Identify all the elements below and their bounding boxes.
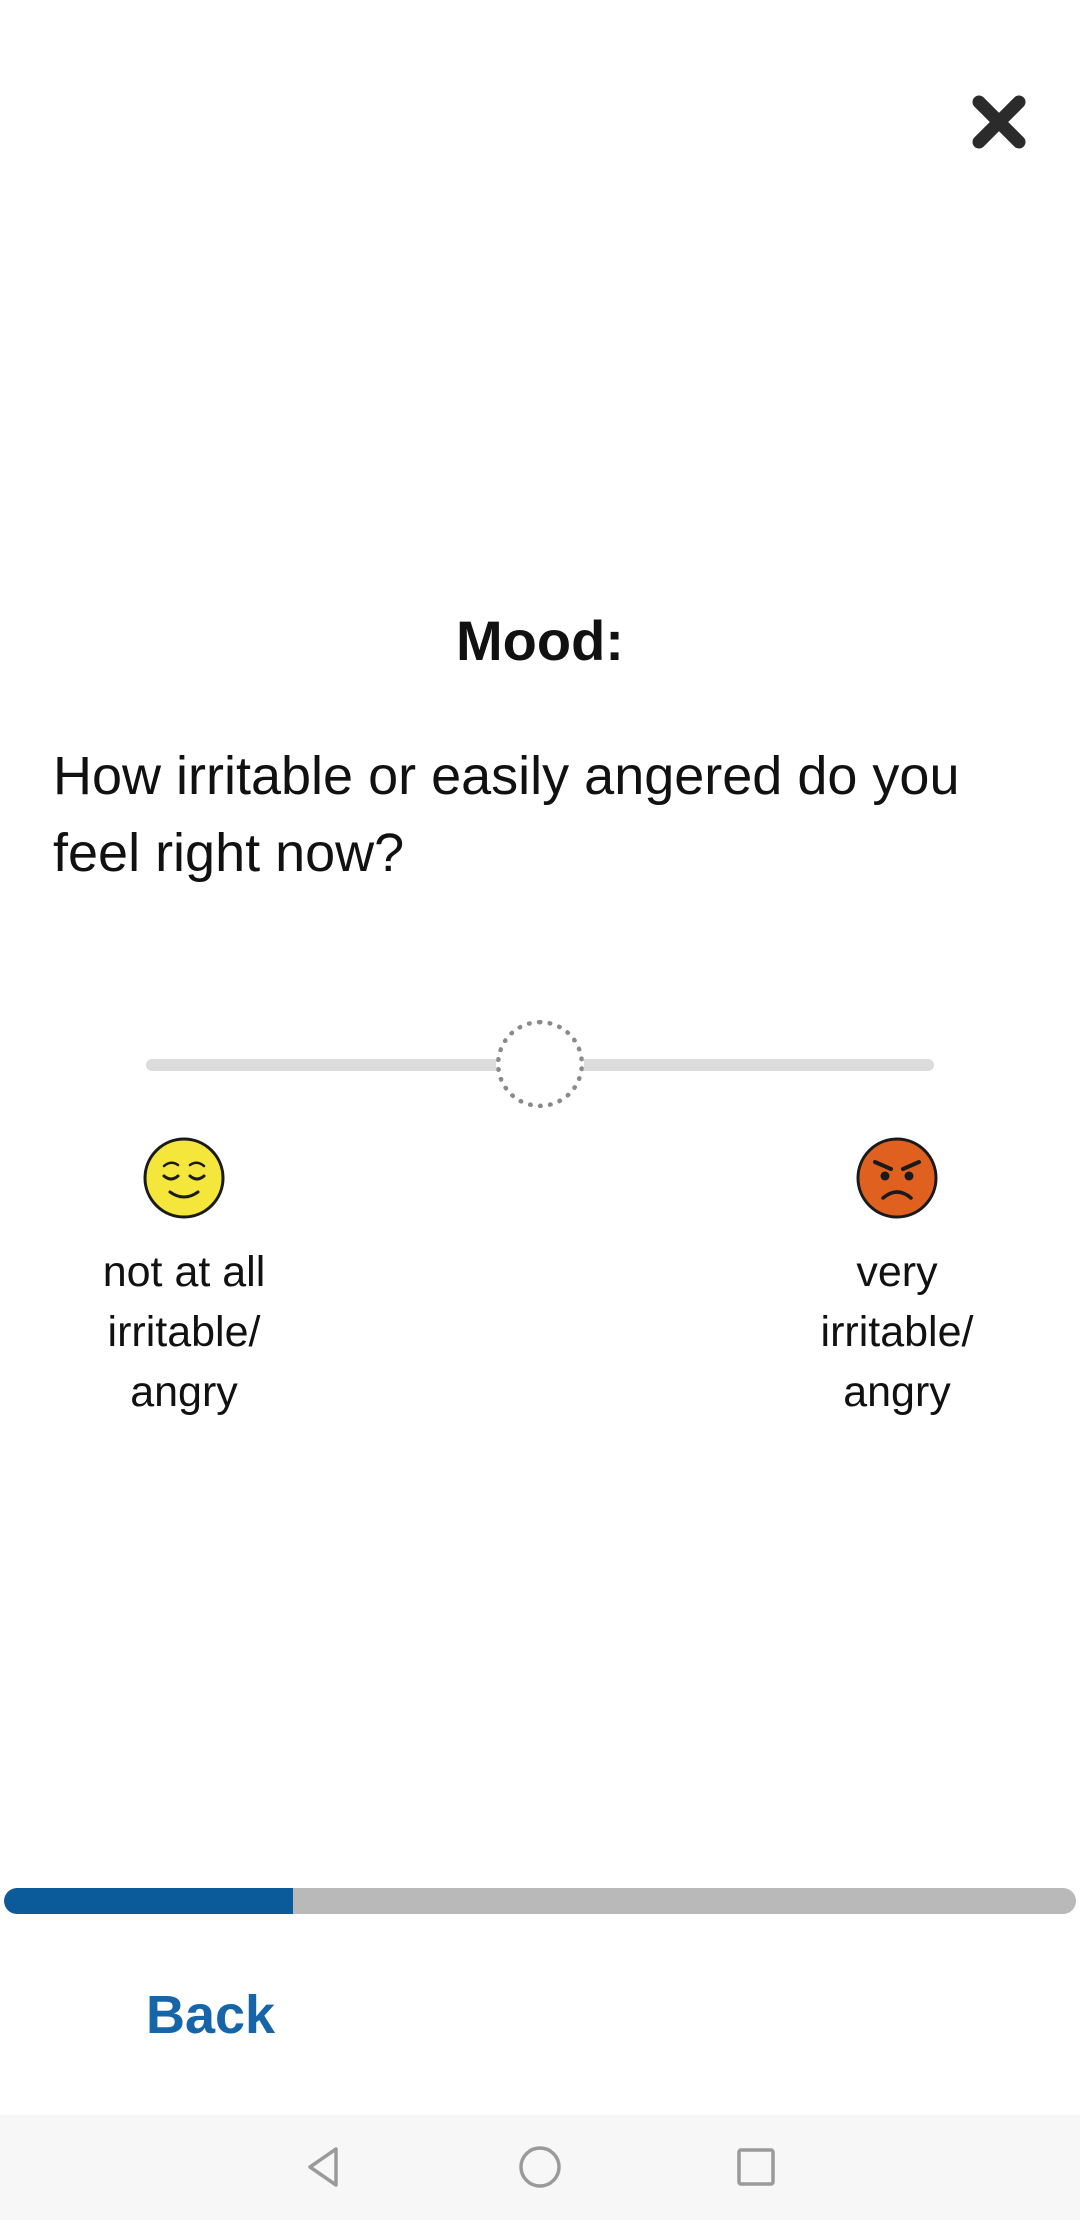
nav-recents-button[interactable] (726, 2137, 786, 2197)
slider-thumb[interactable] (496, 1020, 584, 1108)
nav-home-icon (519, 2146, 561, 2188)
nav-recents-icon (737, 2148, 775, 2186)
question-text: How irritable or easily angered do you f… (53, 746, 960, 883)
slider-min-anchor: not at all irritable/ angry (69, 1136, 299, 1422)
slider-max-label: very irritable/ angry (820, 1248, 974, 1416)
slider-min-label: not at all irritable/ angry (102, 1248, 266, 1416)
survey-screen: Mood: How irritable or easily angered do… (0, 0, 1080, 2220)
close-button[interactable] (967, 90, 1031, 154)
system-navigation-bar (0, 2115, 1080, 2220)
section-title: Mood: (456, 609, 624, 672)
irritability-slider[interactable] (140, 1020, 940, 1110)
relieved-face-icon (143, 1137, 225, 1219)
angry-face-icon (856, 1137, 938, 1219)
nav-back-icon (308, 2147, 338, 2187)
slider-max-anchor: very irritable/ angry (782, 1136, 1012, 1422)
nav-home-button[interactable] (510, 2137, 570, 2197)
survey-progress-bar (4, 1888, 1076, 1914)
nav-back-button[interactable] (294, 2137, 354, 2197)
survey-progress-fill (4, 1888, 294, 1914)
back-button[interactable]: Back (146, 1980, 275, 2050)
close-icon (972, 95, 1026, 149)
